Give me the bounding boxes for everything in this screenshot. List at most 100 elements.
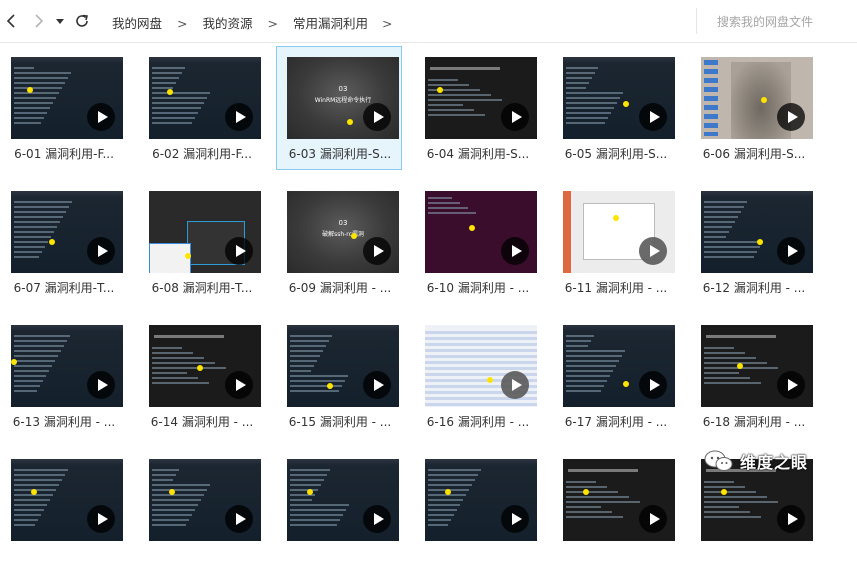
video-thumbnail: 03 破解ssh-rc漏洞 [287,191,399,273]
video-file-item[interactable] [138,448,264,572]
video-file-item[interactable]: 6-04 漏洞利用-S... [414,46,540,170]
thumbnail-subtitle: 破解ssh-rc漏洞 [322,231,364,238]
cursor-marker [167,89,173,95]
video-thumbnail [701,57,813,139]
play-icon[interactable] [87,103,115,131]
play-icon[interactable] [501,237,529,265]
play-icon[interactable] [777,505,805,533]
file-grid: 6-01 漏洞利用-F... 6-02 漏洞利用-F... 03 WinRM远程命令执… [0,42,857,541]
play-icon[interactable] [639,103,667,131]
play-icon[interactable] [363,237,391,265]
file-name-label: 6-16 漏洞利用 - ... [426,415,530,429]
video-file-item[interactable]: 6-06 漏洞利用-S... [690,46,816,170]
video-thumbnail [149,191,261,273]
back-arrow-icon[interactable] [2,11,22,31]
file-name-label: 6-18 漏洞利用 - ... [702,415,806,429]
video-file-item[interactable]: 6-13 漏洞利用 - ... [0,314,126,438]
play-icon[interactable] [639,505,667,533]
thumbnail-subtitle: WinRM远程命令执行 [314,97,372,104]
cursor-marker [11,359,17,365]
play-icon[interactable] [501,505,529,533]
file-name-label: 6-14 漏洞利用 - ... [150,415,254,429]
video-file-item[interactable]: 6-01 漏洞利用-F... [0,46,126,170]
breadcrumb-item[interactable]: 我的网盘 [112,13,162,32]
search-input[interactable] [715,8,857,36]
play-icon[interactable] [87,505,115,533]
file-name-label: 6-09 漏洞利用 - ... [288,281,392,295]
refresh-icon[interactable] [72,11,92,31]
video-thumbnail [701,191,813,273]
video-file-item[interactable]: 6-14 漏洞利用 - ... [138,314,264,438]
video-thumbnail [11,191,123,273]
video-file-item[interactable]: 6-11 漏洞利用 - ... [552,180,678,304]
cursor-marker [613,215,619,221]
video-file-item[interactable]: 6-08 漏洞利用-T... [138,180,264,304]
file-name-label: 6-07 漏洞利用-T... [13,281,115,295]
play-icon[interactable] [87,237,115,265]
video-thumbnail [425,57,537,139]
cursor-marker [27,87,33,93]
video-thumbnail [425,325,537,407]
video-thumbnail [287,325,399,407]
cursor-marker [487,377,493,383]
watermark-text: 维度之眼 [740,453,809,472]
file-name-label: 6-15 漏洞利用 - ... [288,415,392,429]
play-icon[interactable] [501,103,529,131]
video-thumbnail [11,57,123,139]
play-icon[interactable] [363,505,391,533]
video-file-item[interactable] [276,448,402,572]
video-thumbnail [425,459,537,541]
play-icon[interactable] [777,103,805,131]
video-file-item[interactable]: 6-02 漏洞利用-F... [138,46,264,170]
watermark: 维度之眼 [704,448,808,474]
play-icon[interactable] [225,103,253,131]
play-icon[interactable] [363,371,391,399]
file-name-label: 6-03 漏洞利用-S... [288,147,392,161]
video-file-item[interactable] [552,448,678,572]
breadcrumb-dropdown-icon[interactable]: > [382,16,392,31]
video-thumbnail [563,459,675,541]
video-thumbnail [11,459,123,541]
play-icon[interactable] [501,371,529,399]
breadcrumb-item[interactable]: 我的资源 [203,13,253,32]
video-file-item[interactable] [0,448,126,572]
play-icon[interactable] [87,371,115,399]
video-file-item[interactable]: 6-05 漏洞利用-S... [552,46,678,170]
play-icon[interactable] [639,237,667,265]
video-file-item[interactable]: 6-10 漏洞利用 - ... [414,180,540,304]
video-file-item[interactable]: 6-16 漏洞利用 - ... [414,314,540,438]
cursor-marker [351,233,357,239]
file-name-label: 6-11 漏洞利用 - ... [564,281,668,295]
video-file-item[interactable]: 03 WinRM远程命令执行 6-03 漏洞利用-S... [276,46,402,170]
play-icon[interactable] [363,103,391,131]
breadcrumb-item[interactable]: 常用漏洞利用 [293,13,368,32]
play-icon[interactable] [225,371,253,399]
video-file-item[interactable] [414,448,540,572]
play-icon[interactable] [777,237,805,265]
video-thumbnail [563,325,675,407]
video-file-item[interactable]: 6-07 漏洞利用-T... [0,180,126,304]
file-name-label: 6-10 漏洞利用 - ... [426,281,530,295]
video-file-item[interactable]: 6-15 漏洞利用 - ... [276,314,402,438]
cursor-marker [185,253,191,259]
video-thumbnail [563,57,675,139]
play-icon[interactable] [225,237,253,265]
play-icon[interactable] [225,505,253,533]
forward-arrow-icon[interactable] [28,11,48,31]
video-file-item[interactable]: 6-12 漏洞利用 - ... [690,180,816,304]
thumbnail-title: 03 [338,219,348,227]
video-file-item[interactable]: 6-18 漏洞利用 - ... [690,314,816,438]
video-file-item[interactable]: 6-17 漏洞利用 - ... [552,314,678,438]
file-name-label: 6-17 漏洞利用 - ... [564,415,668,429]
cursor-marker [327,383,333,389]
cursor-marker [197,365,203,371]
file-name-label: 6-12 漏洞利用 - ... [702,281,806,295]
play-icon[interactable] [777,371,805,399]
video-file-item[interactable]: 03 破解ssh-rc漏洞 6-09 漏洞利用 - ... [276,180,402,304]
video-thumbnail [149,325,261,407]
play-icon[interactable] [639,371,667,399]
file-name-label: 6-02 漏洞利用-F... [152,147,252,161]
history-dropdown-icon[interactable] [53,11,73,31]
file-name-label: 6-06 漏洞利用-S... [702,147,806,161]
video-thumbnail [287,459,399,541]
